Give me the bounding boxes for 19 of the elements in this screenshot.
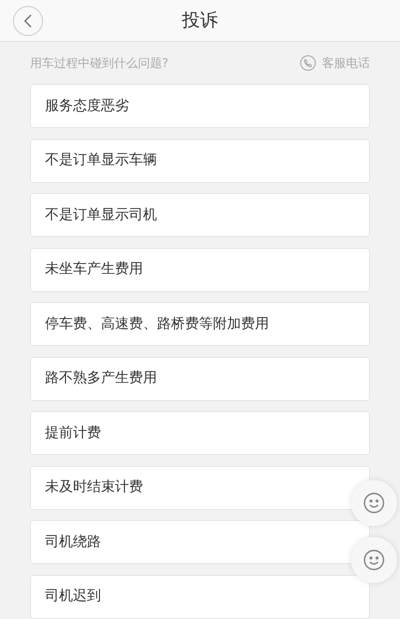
prompt-text: 用车过程中碰到什么问题? bbox=[30, 55, 168, 72]
reason-item[interactable]: 司机绕路 bbox=[30, 520, 370, 564]
back-icon bbox=[23, 14, 33, 28]
back-button[interactable] bbox=[13, 6, 43, 36]
reason-item[interactable]: 不是订单显示车辆 bbox=[30, 138, 370, 182]
emoji-button[interactable] bbox=[351, 480, 397, 526]
emoji-button[interactable] bbox=[351, 537, 397, 583]
smiley-icon bbox=[363, 492, 385, 514]
page-title: 投诉 bbox=[182, 9, 218, 33]
reason-item[interactable]: 司机迟到 bbox=[30, 574, 370, 618]
phone-icon bbox=[300, 55, 316, 71]
reason-item[interactable]: 不是订单显示司机 bbox=[30, 193, 370, 237]
reason-item[interactable]: 未及时结束计费 bbox=[30, 466, 370, 510]
reason-item[interactable]: 提前计费 bbox=[30, 411, 370, 455]
smiley-icon bbox=[363, 549, 385, 571]
reason-item[interactable]: 服务态度恶劣 bbox=[30, 84, 370, 128]
reason-item[interactable]: 路不熟多产生费用 bbox=[30, 356, 370, 400]
reason-item[interactable]: 未坐车产生费用 bbox=[30, 248, 370, 292]
reason-item[interactable]: 停车费、高速费、路桥费等附加费用 bbox=[30, 302, 370, 346]
